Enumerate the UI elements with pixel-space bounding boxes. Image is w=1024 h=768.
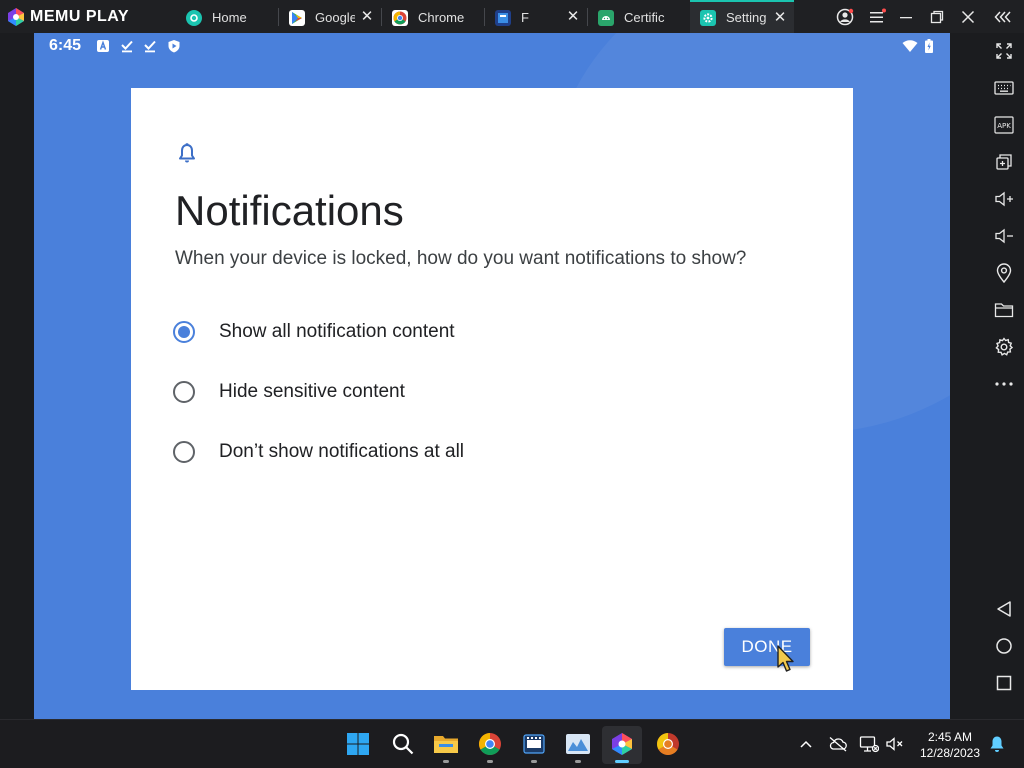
file-manager-icon — [495, 9, 511, 26]
brand-text: MEMU PLAY — [30, 7, 130, 25]
battery-icon — [925, 39, 933, 53]
location-icon[interactable] — [992, 261, 1016, 285]
play-shield-icon — [168, 40, 180, 53]
clock-date: 12/28/2023 — [919, 746, 981, 760]
dialog-title: Notifications — [175, 187, 404, 234]
settings-gear-icon — [700, 9, 716, 26]
show-hidden-icons-icon[interactable] — [796, 734, 816, 754]
volume-muted-icon[interactable] — [885, 734, 905, 754]
radio-button[interactable] — [173, 441, 195, 463]
chrome-icon[interactable] — [476, 730, 504, 763]
android-icon — [598, 9, 614, 26]
option-dont-show-notifications[interactable]: Don’t show notifications at all — [173, 437, 653, 467]
memu-play-window: MEMU PLAY Home Google ✕ Chrome F ✕ Certi… — [0, 0, 1024, 768]
close-icon[interactable]: ✕ — [359, 9, 375, 25]
title-bar: MEMU PLAY Home Google ✕ Chrome F ✕ Certi… — [0, 0, 1024, 33]
menu-icon[interactable] — [862, 0, 892, 33]
running-indicator — [487, 760, 493, 763]
tab-google-play[interactable]: Google ✕ — [279, 2, 381, 33]
notification-bell-icon — [179, 143, 195, 163]
chrome-canary-icon[interactable] — [654, 730, 682, 758]
network-icon[interactable] — [859, 734, 879, 754]
file-explorer-icon[interactable] — [432, 730, 460, 763]
minimize-icon[interactable] — [891, 0, 921, 33]
chrome-icon — [392, 9, 408, 26]
option-hide-sensitive-content[interactable]: Hide sensitive content — [173, 377, 653, 407]
radio-button-selected[interactable] — [173, 321, 195, 343]
clock-time: 2:45 AM — [927, 730, 973, 744]
volume-down-icon[interactable] — [992, 224, 1016, 248]
tab-file-manager[interactable]: F ✕ — [485, 2, 587, 33]
tab-label: F — [521, 10, 529, 25]
windows-taskbar: 2:45 AM 12/28/2023 — [0, 719, 1024, 768]
system-clock[interactable]: 2:45 AM 12/28/2023 — [914, 729, 986, 761]
radio-button[interactable] — [173, 381, 195, 403]
download-done-icon — [144, 40, 156, 53]
tab-chrome[interactable]: Chrome — [382, 2, 484, 33]
status-bar: 6:45 — [34, 33, 950, 59]
notifications-dialog: Notifications When your device is locked… — [131, 88, 853, 690]
home-icon[interactable] — [992, 634, 1016, 658]
memu-play-icon[interactable] — [608, 730, 636, 763]
tab-label: Setting — [726, 10, 766, 25]
dialog-subtitle: When your device is locked, how do you w… — [175, 248, 747, 269]
mouse-cursor-icon — [777, 645, 794, 672]
memu-home-icon — [186, 9, 202, 26]
search-icon[interactable] — [389, 730, 417, 758]
option-label: Show all notification content — [219, 321, 455, 342]
tab-settings[interactable]: Setting ✕ — [690, 0, 794, 33]
folder-icon[interactable] — [992, 298, 1016, 322]
option-label: Don’t show notifications at all — [219, 441, 465, 462]
active-indicator — [615, 760, 629, 763]
memu-logo-icon — [8, 7, 24, 26]
running-indicator — [443, 760, 449, 763]
emulator-sidebar: APK — [984, 33, 1024, 719]
tab-label: Certific — [624, 10, 665, 25]
back-icon[interactable] — [992, 597, 1016, 621]
recent-apps-icon[interactable] — [992, 671, 1016, 695]
keyboard-icon[interactable] — [992, 76, 1016, 100]
tab-label: Home — [212, 10, 247, 25]
collapse-sidebar-icon[interactable] — [989, 0, 1019, 33]
volume-up-icon[interactable] — [992, 187, 1016, 211]
running-indicator — [531, 760, 537, 763]
memu-logo: MEMU PLAY — [0, 0, 172, 33]
onedrive-offline-icon[interactable] — [828, 734, 848, 754]
download-done-icon — [121, 40, 133, 53]
svg-text:APK: APK — [997, 122, 1011, 130]
google-play-icon — [289, 9, 305, 26]
tab-certificate[interactable]: Certific — [588, 2, 690, 33]
multi-instance-icon[interactable] — [992, 150, 1016, 174]
tab-label: Chrome — [418, 10, 464, 25]
notification-center-icon[interactable] — [987, 734, 1007, 754]
close-window-icon[interactable] — [953, 0, 983, 33]
apk-install-icon[interactable]: APK — [992, 113, 1016, 137]
close-icon[interactable]: ✕ — [565, 9, 581, 25]
windows-start-icon[interactable] — [344, 730, 372, 758]
restore-window-icon[interactable] — [922, 0, 952, 33]
settings-icon[interactable] — [992, 335, 1016, 359]
option-show-all-content[interactable]: Show all notification content — [173, 317, 653, 347]
more-options-icon[interactable] — [992, 372, 1016, 396]
wifi-icon — [902, 40, 918, 52]
option-label: Hide sensitive content — [219, 381, 405, 402]
running-indicator — [575, 760, 581, 763]
android-screen: 6:45 Notifications When your device is l… — [34, 33, 950, 719]
status-time: 6:45 — [49, 37, 82, 54]
media-app-icon[interactable] — [520, 730, 548, 763]
tab-home[interactable]: Home — [176, 2, 276, 33]
tab-label: Google — [315, 10, 355, 25]
close-icon[interactable]: ✕ — [772, 10, 788, 26]
photos-app-icon[interactable] — [564, 730, 592, 763]
account-icon[interactable] — [830, 0, 860, 33]
keyboard-a-icon — [97, 40, 109, 52]
fullscreen-icon[interactable] — [992, 39, 1016, 63]
